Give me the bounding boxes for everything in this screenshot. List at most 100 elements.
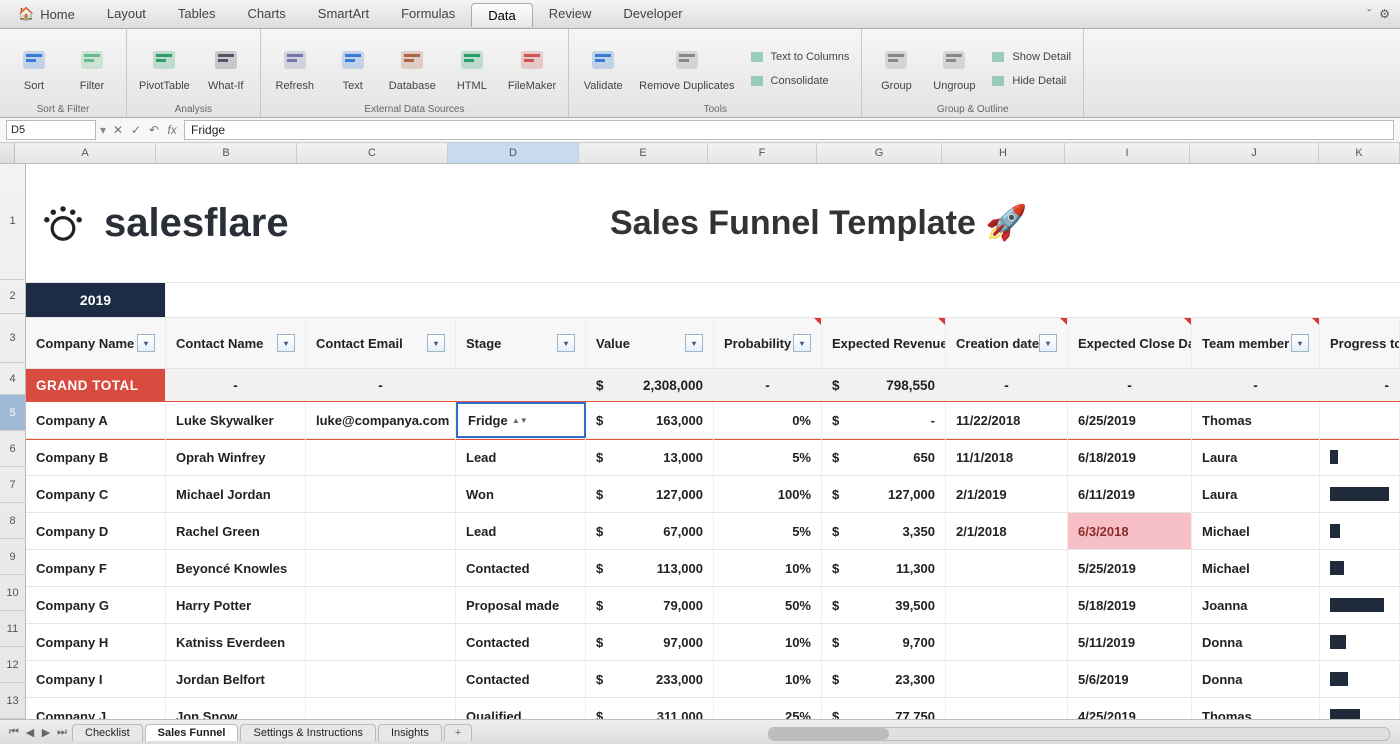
row-header-1[interactable]: 1	[0, 164, 26, 280]
cell-member[interactable]: Michael	[1192, 550, 1320, 586]
cell-value[interactable]: $127,000	[586, 476, 714, 512]
cell-rev[interactable]: $650	[822, 439, 946, 475]
column-header-I[interactable]: I	[1065, 143, 1190, 163]
cell-company[interactable]: Company C	[26, 476, 166, 512]
cell-rev[interactable]: $3,350	[822, 513, 946, 549]
cell-email[interactable]	[306, 587, 456, 623]
cell-contact[interactable]: Michael Jordan	[166, 476, 306, 512]
cell-stepper-icon[interactable]: ▲▼	[514, 416, 526, 425]
cell-progress[interactable]	[1320, 587, 1400, 623]
tab-data[interactable]: Data	[471, 3, 532, 27]
cell-progress[interactable]	[1320, 661, 1400, 697]
cell-creation[interactable]: 2/1/2018	[946, 513, 1068, 549]
cell-company[interactable]: Company G	[26, 587, 166, 623]
table-row[interactable]: Company JJon SnowQualified$311,00025%$77…	[26, 698, 1400, 719]
tab-smartart[interactable]: SmartArt	[302, 2, 385, 26]
grid[interactable]: salesflareSales Funnel Template 🚀2019Com…	[26, 164, 1400, 719]
cell-stage[interactable]: Lead	[456, 439, 586, 475]
select-all-corner[interactable]	[0, 143, 15, 163]
cell-progress[interactable]	[1320, 402, 1400, 438]
cell-prob[interactable]: 5%	[714, 439, 822, 475]
row-header-10[interactable]: 10	[0, 575, 26, 611]
cell-rev[interactable]: $77,750	[822, 698, 946, 719]
column-header-A[interactable]: A	[15, 143, 156, 163]
gear-icon[interactable]: ⚙	[1379, 7, 1390, 21]
sheet-nav-next-icon[interactable]: ▶	[38, 726, 54, 739]
tab-home[interactable]: 🏠 Home	[4, 2, 89, 26]
confirm-edit-icon[interactable]: ✓	[128, 123, 144, 137]
table-header-1[interactable]: Contact Name▾	[166, 318, 306, 368]
cell-company[interactable]: Company D	[26, 513, 166, 549]
cell-stage[interactable]: Qualified	[456, 698, 586, 719]
cell-prob[interactable]: 50%	[714, 587, 822, 623]
table-header-8[interactable]: Expected Close Date▾	[1068, 318, 1192, 368]
filter-dropdown-icon[interactable]: ▾	[427, 334, 445, 352]
year-pill[interactable]: 2019	[26, 283, 166, 317]
filter-dropdown-icon[interactable]: ▾	[1039, 334, 1057, 352]
scrollbar-thumb[interactable]	[769, 728, 889, 740]
cell-close[interactable]: 6/3/2018	[1068, 513, 1192, 549]
cell-prob[interactable]: 10%	[714, 624, 822, 660]
cell-progress[interactable]	[1320, 698, 1400, 719]
cell-value[interactable]: $311,000	[586, 698, 714, 719]
cell-email[interactable]	[306, 439, 456, 475]
cell-contact[interactable]: Rachel Green	[166, 513, 306, 549]
table-row[interactable]: Company BOprah WinfreyLead$13,0005%$6501…	[26, 439, 1400, 476]
table-header-10[interactable]: Progress to	[1320, 318, 1400, 368]
table-header-3[interactable]: Stage▾	[456, 318, 586, 368]
cell-email[interactable]	[306, 624, 456, 660]
row-header-5[interactable]: 5	[0, 395, 26, 431]
cell-creation[interactable]	[946, 550, 1068, 586]
cell-value[interactable]: $163,000	[586, 402, 714, 438]
cell-stage[interactable]: Lead	[456, 513, 586, 549]
cell-rev[interactable]: $-	[822, 402, 946, 438]
cell-progress[interactable]	[1320, 476, 1400, 512]
column-header-B[interactable]: B	[156, 143, 297, 163]
table-header-5[interactable]: Probability▾	[714, 318, 822, 368]
cell-prob[interactable]: 5%	[714, 513, 822, 549]
cell-prob[interactable]: 100%	[714, 476, 822, 512]
cell-close[interactable]: 6/25/2019	[1068, 402, 1192, 438]
cell-close[interactable]: 4/25/2019	[1068, 698, 1192, 719]
table-header-4[interactable]: Value▾	[586, 318, 714, 368]
table-row[interactable]: Company CMichael JordanWon$127,000100%$1…	[26, 476, 1400, 513]
cell-stage[interactable]: Won	[456, 476, 586, 512]
cell-close[interactable]: 5/11/2019	[1068, 624, 1192, 660]
cell-email[interactable]	[306, 476, 456, 512]
cell-close[interactable]: 6/11/2019	[1068, 476, 1192, 512]
cell-rev[interactable]: $127,000	[822, 476, 946, 512]
cell-value[interactable]: $13,000	[586, 439, 714, 475]
cell-value[interactable]: $113,000	[586, 550, 714, 586]
cell-contact[interactable]: Beyoncé Knowles	[166, 550, 306, 586]
cell-prob[interactable]: 25%	[714, 698, 822, 719]
cell-member[interactable]: Joanna	[1192, 587, 1320, 623]
cell-stage[interactable]: Contacted	[456, 624, 586, 660]
cell-close[interactable]: 5/25/2019	[1068, 550, 1192, 586]
cell-creation[interactable]: 11/1/2018	[946, 439, 1068, 475]
tab-charts[interactable]: Charts	[232, 2, 302, 26]
cell-stage[interactable]: Contacted	[456, 550, 586, 586]
cell-contact[interactable]: Katniss Everdeen	[166, 624, 306, 660]
cell-progress[interactable]	[1320, 513, 1400, 549]
tab-layout[interactable]: Layout	[91, 2, 162, 26]
ribbon-btn-pivottable[interactable]: PivotTable	[135, 42, 194, 94]
cell-member[interactable]: Donna	[1192, 661, 1320, 697]
row-header-11[interactable]: 11	[0, 611, 26, 647]
cell-member[interactable]: Michael	[1192, 513, 1320, 549]
cell-contact[interactable]: Harry Potter	[166, 587, 306, 623]
cell-company[interactable]: Company I	[26, 661, 166, 697]
sheet-tab-sales-funnel[interactable]: Sales Funnel	[145, 724, 239, 741]
cell-member[interactable]: Thomas	[1192, 402, 1320, 438]
row-header-3[interactable]: 3	[0, 314, 26, 364]
name-box[interactable]: D5	[6, 120, 96, 140]
table-row[interactable]: Company ALuke Skywalkerluke@companya.com…	[26, 402, 1400, 439]
cell-stage[interactable]: Proposal made	[456, 587, 586, 623]
ribbon-btn-consolidate[interactable]: Consolidate	[745, 71, 854, 91]
cell-value[interactable]: $233,000	[586, 661, 714, 697]
table-row[interactable]: Company DRachel GreenLead$67,0005%$3,350…	[26, 513, 1400, 550]
cell-email[interactable]	[306, 513, 456, 549]
cell-close[interactable]: 5/18/2019	[1068, 587, 1192, 623]
cell-contact[interactable]: Luke Skywalker	[166, 402, 306, 438]
sheet-nav-first-icon[interactable]: ⏮	[6, 726, 22, 739]
filter-dropdown-icon[interactable]: ▾	[685, 334, 703, 352]
